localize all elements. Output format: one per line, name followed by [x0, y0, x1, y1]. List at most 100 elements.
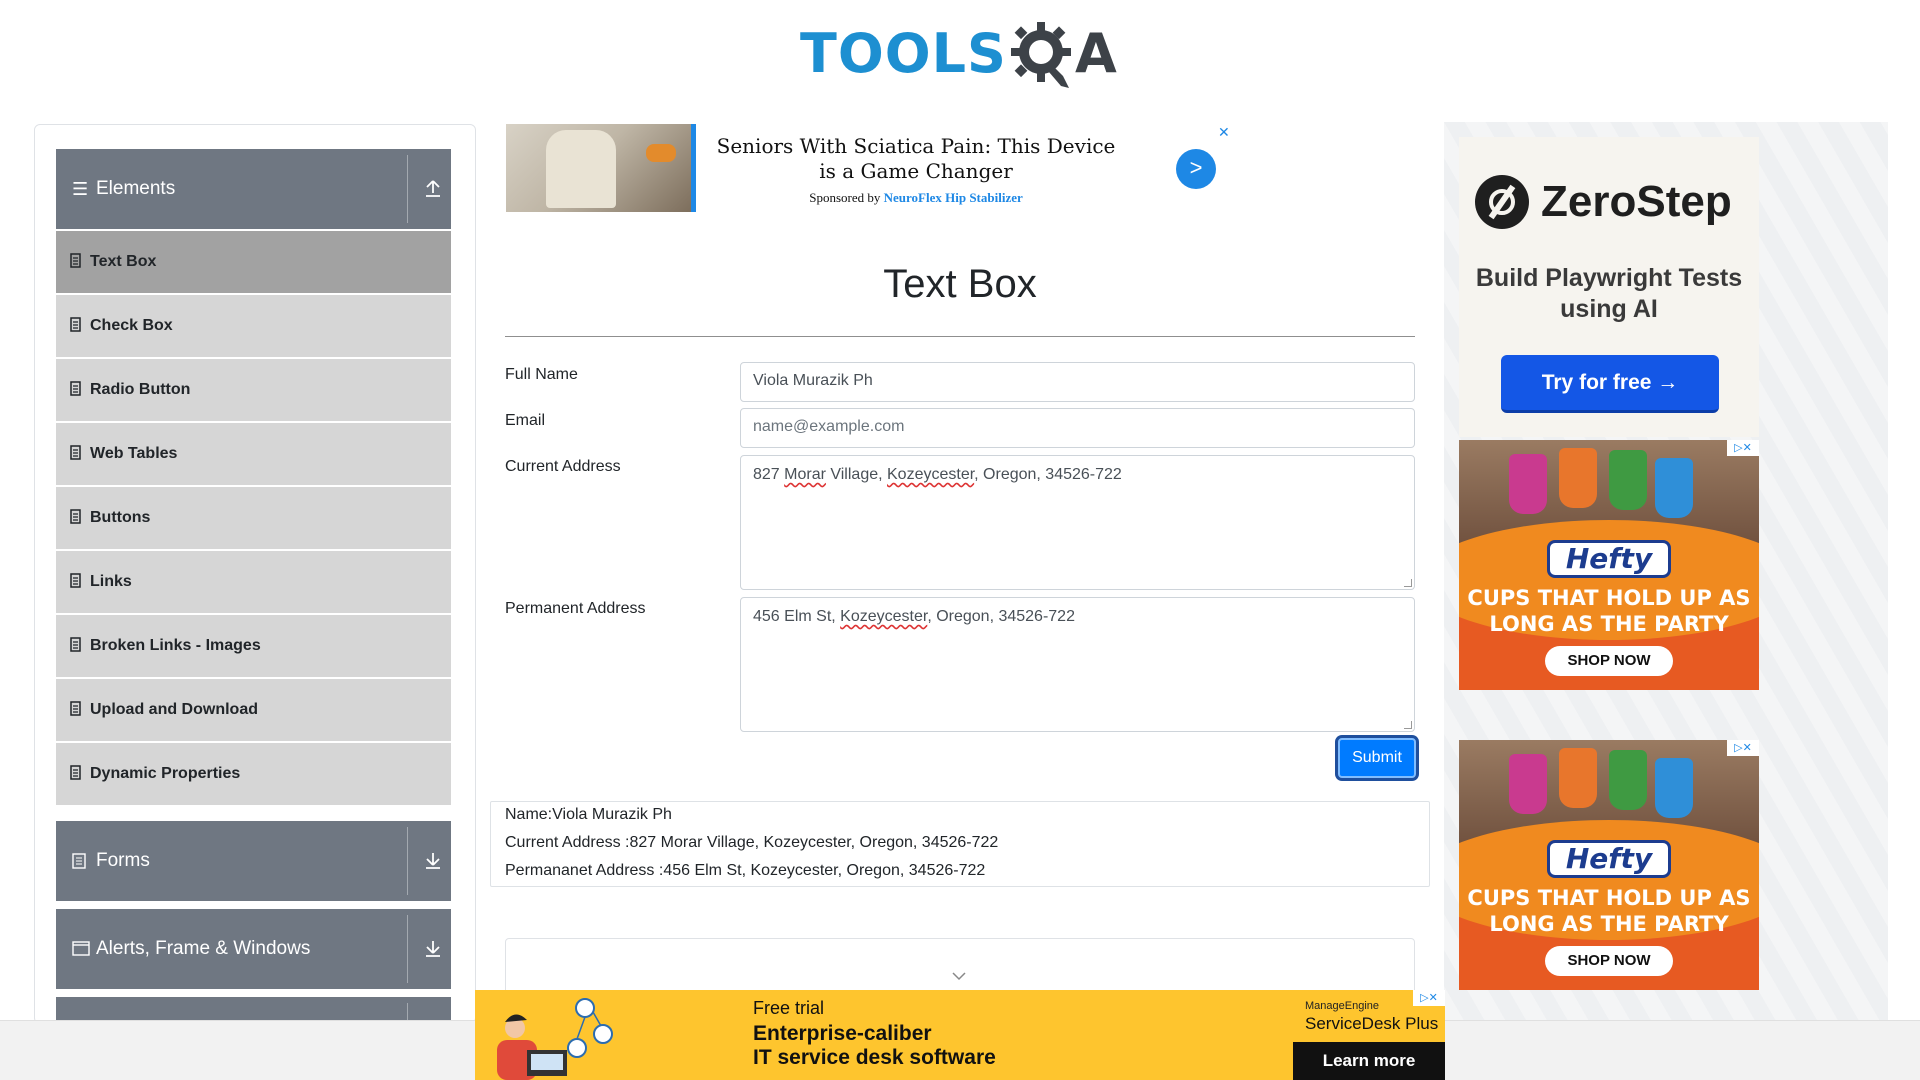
sidebar-item-label: Buttons	[90, 509, 151, 526]
ad-image-person	[546, 130, 616, 208]
hefty-ad-1[interactable]: Hefty CUPS THAT HOLD UP AS LONG AS THE P…	[1459, 440, 1759, 690]
ad-image-object	[646, 144, 676, 162]
sidebar-item-links[interactable]: Links	[56, 551, 451, 613]
sidebar-item-buttons[interactable]: Buttons	[56, 487, 451, 549]
logo-a-text: A	[1074, 21, 1117, 85]
zerostep-logo-icon	[1475, 175, 1529, 229]
list-icon	[70, 573, 81, 588]
zerostep-ad[interactable]: ZeroStep Build Playwright Tests using AI…	[1459, 137, 1759, 437]
spellcheck-word: Kozeycester	[887, 466, 975, 483]
permanent-address-textarea[interactable]: 456 Elm St, Kozeycester, Oregon, 34526-7…	[740, 597, 1415, 732]
sponsored-ad-banner[interactable]: Seniors With Sciatica Pain: This Device …	[506, 124, 1232, 212]
ad-image	[506, 124, 691, 212]
sidebar-item-radio-button[interactable]: Radio Button	[56, 359, 451, 421]
hefty-line-1: CUPS THAT HOLD UP AS	[1467, 586, 1751, 610]
hefty-line-2: LONG AS THE PARTY	[1489, 912, 1729, 936]
close-icon[interactable]: ✕	[1218, 124, 1230, 141]
cup-image	[1609, 750, 1647, 810]
chevron-down-icon[interactable]	[952, 971, 966, 981]
sidebar-item-check-box[interactable]: Check Box	[56, 295, 451, 357]
ad-free-trial: Free trial	[753, 998, 825, 1018]
download-arrow-icon	[426, 853, 440, 869]
sidebar-item-label: Dynamic Properties	[90, 765, 241, 782]
spellcheck-word: Kozeycester	[840, 608, 928, 625]
group-divider	[407, 155, 408, 223]
cup-image	[1559, 748, 1597, 808]
sidebar-item-text-box[interactable]: Text Box	[56, 231, 451, 293]
cup-image	[1609, 450, 1647, 510]
ad-accent-bar	[691, 124, 696, 212]
submit-button[interactable]: Submit	[1338, 738, 1416, 778]
sidebar-group-label: Alerts, Frame & Windows	[96, 938, 311, 959]
cup-image	[1655, 458, 1693, 518]
ad-go-button[interactable]: >	[1176, 149, 1216, 189]
current-address-part: Village,	[825, 466, 887, 483]
ad-headline[interactable]: Seniors With Sciatica Pain: This Device …	[706, 134, 1126, 184]
output-current-address: Current Address :827 Morar Village, Koze…	[505, 834, 999, 851]
ad-sponsor-line: Sponsored by NeuroFlex Hip Stabilizer	[706, 190, 1126, 206]
manageengine-logo: ManageEngine	[1305, 1000, 1380, 1012]
sidebar-item-label: Upload and Download	[90, 701, 258, 718]
form-icon	[72, 853, 86, 869]
toolsqa-logo[interactable]: TOOLS A	[800, 14, 1117, 92]
list-icon	[70, 509, 81, 524]
zerostep-brand: ZeroStep	[1541, 177, 1732, 226]
ad-headline-1: Enterprise-caliber	[753, 1022, 932, 1045]
hefty-ad-2[interactable]: Hefty CUPS THAT HOLD UP AS LONG AS THE P…	[1459, 740, 1759, 990]
full-name-input[interactable]: Viola Murazik Ph	[740, 362, 1415, 402]
hamburger-icon: ☰	[72, 178, 89, 199]
output-panel: Name:Viola Murazik Ph Current Address :8…	[490, 801, 1430, 887]
sidebar-item-broken-links[interactable]: Broken Links - Images	[56, 615, 451, 677]
sidebar-item-label: Web Tables	[90, 445, 178, 462]
ad-headline-2: IT service desk software	[753, 1046, 996, 1069]
full-name-label: Full Name	[505, 366, 578, 383]
upload-arrow-icon	[426, 180, 440, 197]
logo-tools-text: TOOLS	[800, 21, 1007, 85]
group-divider	[407, 915, 408, 983]
gear-icon	[1010, 22, 1071, 88]
cup-image	[1559, 448, 1597, 508]
download-arrow-icon	[426, 941, 440, 957]
sidebar-group-label: Elements	[96, 178, 176, 199]
sidebar-item-upload-download[interactable]: Upload and Download	[56, 679, 451, 741]
list-icon	[70, 765, 81, 780]
email-input[interactable]: name@example.com	[740, 408, 1415, 448]
resize-handle[interactable]	[1404, 579, 1412, 587]
cup-image	[1655, 758, 1693, 818]
ad-sponsor-name[interactable]: NeuroFlex Hip Stabilizer	[884, 190, 1023, 205]
resize-handle[interactable]	[1404, 721, 1412, 729]
sidebar-group-elements[interactable]: ☰ Elements	[56, 149, 451, 229]
adchoices-icon[interactable]: ▷✕	[1727, 740, 1759, 756]
current-address-part: 827	[753, 466, 785, 483]
current-address-label: Current Address	[505, 458, 621, 475]
hefty-shop-button[interactable]: SHOP NOW	[1545, 646, 1673, 676]
servicedesk-ad[interactable]: Free trial Enterprise-caliber IT service…	[475, 990, 1445, 1080]
adchoices-icon[interactable]: ▷✕	[1413, 990, 1445, 1006]
list-icon	[70, 445, 81, 460]
output-permanent-address: Permananet Address :456 Elm St, Kozeyces…	[505, 862, 986, 879]
zerostep-try-button[interactable]: Try for free →	[1501, 355, 1719, 413]
hefty-shop-button[interactable]: SHOP NOW	[1545, 946, 1673, 976]
sidebar-item-web-tables[interactable]: Web Tables	[56, 423, 451, 485]
site-header: TOOLS A	[0, 0, 1920, 100]
hefty-logo: Hefty	[1547, 840, 1671, 878]
learn-more-button[interactable]: Learn more	[1293, 1042, 1445, 1080]
cup-image	[1509, 454, 1547, 514]
servicedesk-brand: ServiceDesk Plus	[1305, 1014, 1439, 1033]
list-icon	[70, 701, 81, 716]
left-sidebar: ☰ Elements Text Box Check Box Radio Butt…	[34, 124, 476, 1024]
list-icon	[70, 317, 81, 332]
sidebar-group-alerts[interactable]: Alerts, Frame & Windows	[56, 909, 451, 989]
list-icon	[70, 381, 81, 396]
permanent-address-label: Permanent Address	[505, 600, 646, 617]
list-icon	[70, 637, 81, 652]
sidebar-group-label: Forms	[96, 850, 150, 871]
current-address-textarea[interactable]: 827 Morar Village, Kozeycester, Oregon, …	[740, 455, 1415, 590]
adchoices-icon[interactable]: ▷✕	[1727, 440, 1759, 456]
sidebar-item-label: Radio Button	[90, 381, 191, 398]
title-divider	[505, 336, 1415, 337]
sidebar-group-forms[interactable]: Forms	[56, 821, 451, 901]
sidebar-item-dynamic-properties[interactable]: Dynamic Properties	[56, 743, 451, 805]
sidebar-item-label: Check Box	[90, 317, 173, 334]
list-icon	[70, 253, 81, 268]
